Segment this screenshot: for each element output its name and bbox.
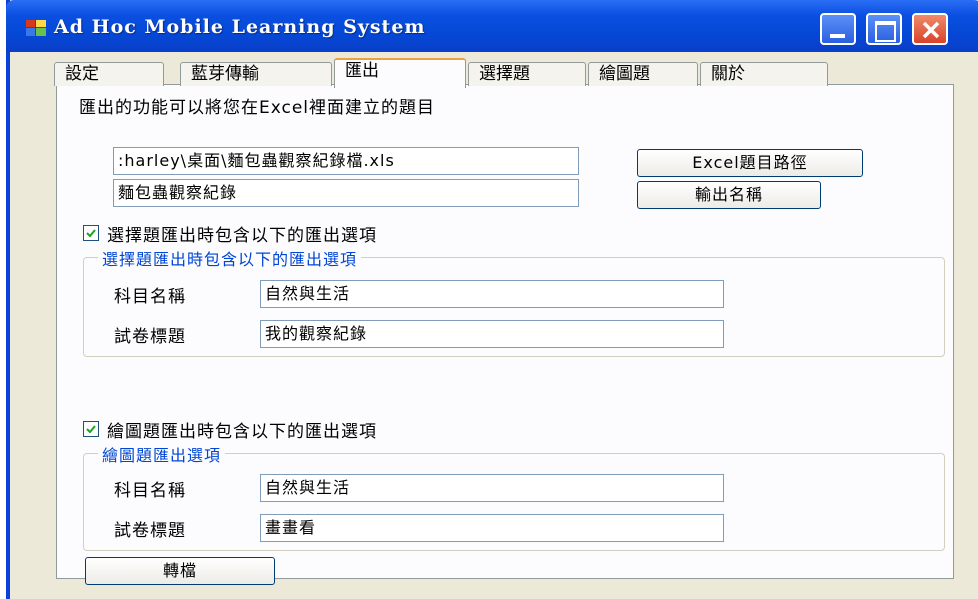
draw-export-checkbox[interactable] bbox=[83, 421, 99, 437]
checkmark-icon bbox=[86, 229, 96, 238]
draw-export-checkbox-label[interactable]: 繪圖題匯出時包含以下的匯出選項 bbox=[107, 417, 377, 442]
mc-options-group: 選擇題匯出時包含以下的匯出選項 科目名稱 自然與生活 試卷標題 我的觀察紀錄 bbox=[83, 246, 945, 357]
tab-drawing[interactable]: 繪圖題 bbox=[588, 62, 698, 86]
close-button[interactable] bbox=[912, 13, 948, 45]
tab-multiple-choice[interactable]: 選擇題 bbox=[468, 62, 586, 86]
mc-group-title: 選擇題匯出時包含以下的匯出選項 bbox=[98, 246, 362, 270]
minimize-button[interactable] bbox=[820, 13, 856, 45]
close-icon bbox=[922, 21, 940, 39]
draw-subject-label: 科目名稱 bbox=[114, 481, 186, 501]
draw-subject-field[interactable]: 自然與生活 bbox=[260, 474, 724, 502]
maximize-button[interactable] bbox=[866, 13, 902, 45]
draw-group-title: 繪圖題匯出選項 bbox=[98, 442, 226, 466]
excel-path-field[interactable]: :harley\桌面\麵包蟲觀察紀錄檔.xls bbox=[113, 147, 579, 175]
output-name-field[interactable]: 麵包蟲觀察紀錄 bbox=[113, 179, 579, 207]
checkmark-icon bbox=[86, 425, 96, 434]
mc-title-field[interactable]: 我的觀察紀錄 bbox=[260, 320, 724, 348]
window-title: Ad Hoc Mobile Learning System bbox=[54, 16, 426, 38]
draw-title-label: 試卷標題 bbox=[114, 521, 186, 541]
mc-subject-label: 科目名稱 bbox=[114, 287, 186, 307]
tab-bluetooth[interactable]: 藍芽傳輸 bbox=[180, 62, 332, 86]
app-window: Ad Hoc Mobile Learning System 匯出的功能可以將您在… bbox=[6, 0, 978, 599]
mc-subject-field[interactable]: 自然與生活 bbox=[260, 280, 724, 308]
convert-button[interactable]: 轉檔 bbox=[85, 557, 275, 585]
draw-title-field[interactable]: 畫畫看 bbox=[260, 514, 724, 542]
output-name-button[interactable]: 輸出名稱 bbox=[637, 181, 821, 209]
draw-options-group: 繪圖題匯出選項 科目名稱 自然與生活 試卷標題 畫畫看 bbox=[83, 442, 945, 551]
mc-export-checkbox[interactable] bbox=[83, 225, 99, 241]
excel-path-button[interactable]: Excel題目路徑 bbox=[637, 149, 863, 177]
export-tab-panel: 匯出的功能可以將您在Excel裡面建立的題目 :harley\桌面\麵包蟲觀察紀… bbox=[56, 84, 954, 585]
export-description: 匯出的功能可以將您在Excel裡面建立的題目 bbox=[79, 98, 436, 118]
app-icon bbox=[26, 20, 46, 36]
tab-export[interactable]: 匯出 bbox=[334, 58, 466, 88]
tab-settings[interactable]: 設定 bbox=[54, 62, 164, 86]
mc-title-label: 試卷標題 bbox=[114, 327, 186, 347]
title-bar[interactable]: Ad Hoc Mobile Learning System bbox=[6, 0, 978, 52]
tab-about[interactable]: 關於 bbox=[700, 62, 828, 86]
mc-export-checkbox-label[interactable]: 選擇題匯出時包含以下的匯出選項 bbox=[107, 221, 377, 246]
